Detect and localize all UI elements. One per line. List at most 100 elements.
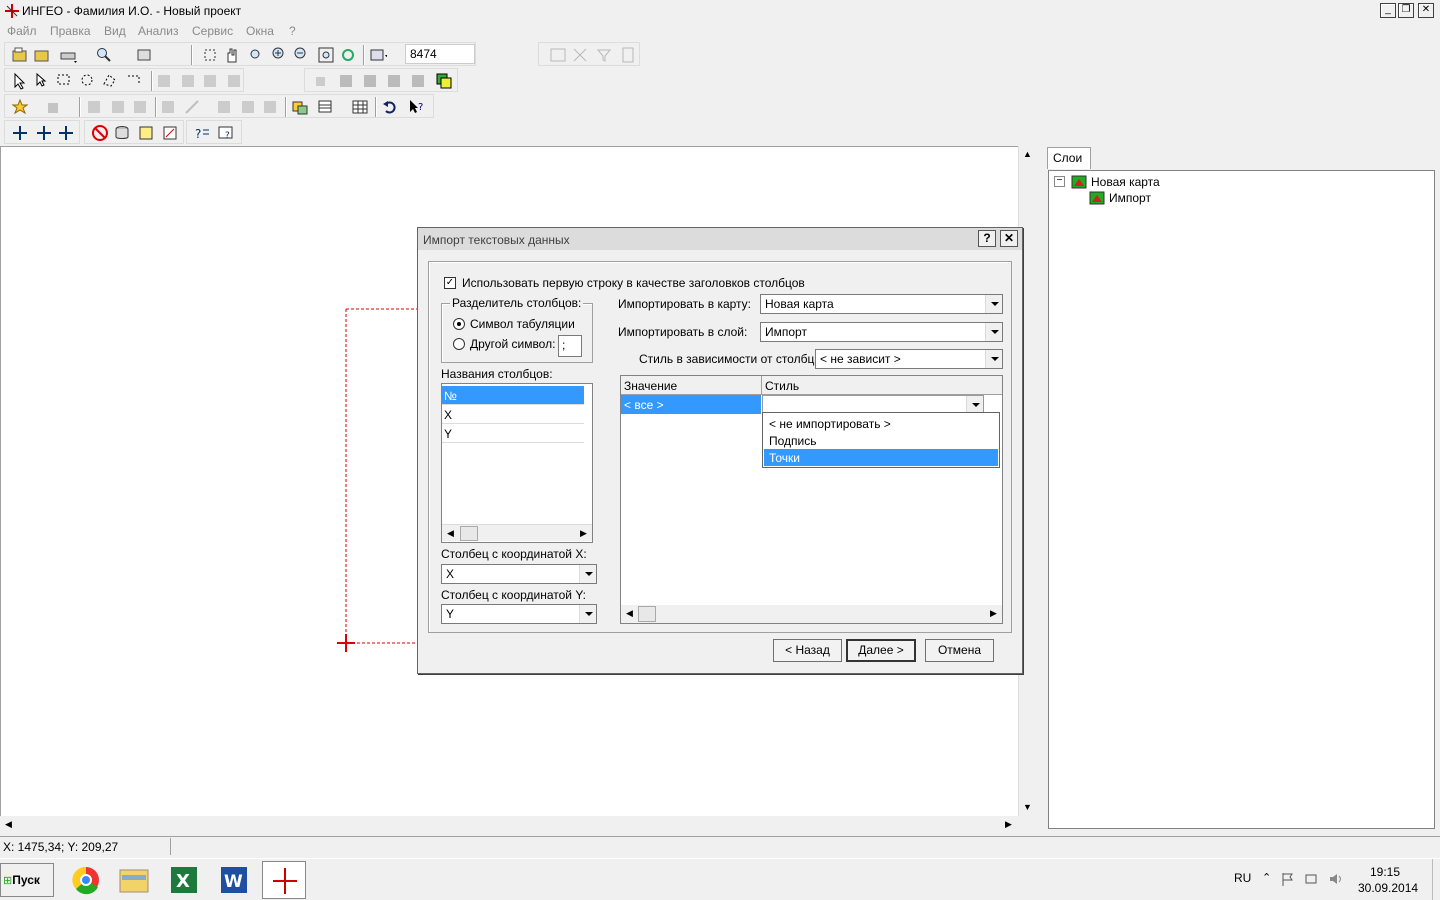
menu-help[interactable]: ? (289, 24, 296, 38)
report-icon[interactable] (619, 46, 637, 64)
menu-file[interactable]: Файл (7, 24, 37, 38)
scale-icon[interactable] (369, 46, 388, 64)
style-dropdown-list[interactable]: < не импортировать > Подпись Точки (762, 412, 1000, 468)
column-item[interactable]: № (442, 386, 584, 405)
map-horizontal-scrollbar[interactable]: ◀ ▶ (0, 816, 1018, 833)
word-icon[interactable]: W (212, 861, 256, 899)
query-table-icon[interactable]: ? (217, 124, 235, 142)
zoom-window-icon[interactable] (247, 46, 265, 64)
tree-item-layer[interactable]: Импорт (1109, 191, 1151, 205)
undo-icon[interactable] (381, 98, 399, 116)
columns-hscrollbar[interactable]: ◀ ▶ (442, 524, 592, 541)
split-icon[interactable] (201, 72, 219, 90)
delete-table-icon[interactable] (571, 46, 589, 64)
edit-e-icon[interactable] (215, 98, 233, 116)
import-map-select[interactable]: Новая карта (760, 294, 1003, 314)
next-button[interactable]: Далее > (846, 639, 916, 662)
menu-windows[interactable]: Окна (246, 24, 274, 38)
select-multi-icon[interactable] (33, 72, 51, 90)
sep-tab-radio[interactable] (453, 318, 465, 330)
show-desktop-button[interactable] (1432, 859, 1440, 900)
coord-c-icon[interactable] (57, 124, 75, 142)
theme-icon[interactable] (161, 124, 179, 142)
tab-layers[interactable]: Слои (1047, 147, 1091, 169)
zoom-extent-icon[interactable] (201, 46, 219, 64)
select-circle-icon[interactable] (79, 72, 97, 90)
tree-item-map[interactable]: Новая карта (1091, 175, 1160, 189)
scroll-left-icon[interactable]: ◀ (0, 816, 17, 833)
y-col-select[interactable]: Y (441, 604, 597, 624)
style-option[interactable]: Подпись (764, 432, 998, 449)
excel-icon[interactable]: X (162, 861, 206, 899)
scroll-right-icon[interactable]: ▶ (985, 605, 1002, 622)
clock-time[interactable]: 19:15 (1370, 865, 1400, 879)
dialog-close-button[interactable]: ✕ (1000, 230, 1018, 247)
show-hidden-icons-icon[interactable]: ⌃ (1262, 871, 1276, 885)
menu-analysis[interactable]: Анализ (138, 24, 179, 38)
table-view-icon[interactable] (317, 98, 335, 116)
open-project-icon[interactable] (11, 46, 29, 64)
style-option[interactable]: < не импортировать > (764, 415, 998, 432)
properties-icon[interactable] (291, 98, 309, 116)
language-indicator[interactable]: RU (1234, 871, 1251, 885)
context-help-icon[interactable]: ? (407, 98, 425, 116)
edit-g-icon[interactable] (261, 98, 279, 116)
back-button[interactable]: < Назад (773, 639, 842, 662)
column-item[interactable]: X (442, 405, 584, 424)
edit-d-icon[interactable] (159, 98, 177, 116)
edit-a-icon[interactable] (85, 98, 103, 116)
new-object-icon[interactable] (11, 98, 29, 116)
query-icon[interactable]: ? (193, 124, 211, 142)
style-col-select[interactable]: < не зависит > (815, 349, 1003, 369)
layers-manager-icon[interactable] (435, 72, 453, 90)
menu-view[interactable]: Вид (104, 24, 126, 38)
edit-c-icon[interactable] (131, 98, 149, 116)
scroll-up-icon[interactable]: ▲ (1019, 146, 1036, 163)
send-back-icon[interactable] (337, 72, 355, 90)
cancel-button[interactable]: Отмена (925, 639, 994, 662)
x-col-select[interactable]: X (441, 564, 597, 584)
volume-icon[interactable] (1328, 871, 1344, 887)
dialog-help-button[interactable]: ? (978, 230, 996, 247)
select-arrow-icon[interactable] (11, 72, 29, 90)
scale-input[interactable]: 8474 (405, 44, 475, 64)
intersect-icon[interactable] (179, 72, 197, 90)
coord-b-icon[interactable] (35, 124, 53, 142)
ingeo-task-icon[interactable] (262, 861, 306, 899)
first-row-header-checkbox[interactable]: ✓ (444, 277, 456, 289)
scroll-right-icon[interactable]: ▶ (575, 525, 592, 542)
scroll-left-icon[interactable]: ◀ (442, 525, 459, 542)
copy-object-icon[interactable] (45, 98, 63, 116)
grid-row-value[interactable]: < все > (621, 395, 761, 414)
grid-hscrollbar[interactable]: ◀ ▶ (621, 605, 1002, 623)
scroll-right-icon[interactable]: ▶ (1000, 816, 1017, 833)
grid-header-value[interactable]: Значение (624, 379, 677, 393)
draw-line-icon[interactable] (183, 98, 201, 116)
open-icon[interactable] (33, 46, 51, 64)
start-button[interactable]: ⊞Пуск (0, 863, 54, 897)
filter-icon[interactable] (595, 46, 613, 64)
minimize-button[interactable]: _ (1380, 3, 1396, 18)
zoom-out-icon[interactable] (293, 46, 311, 64)
collapse-icon[interactable]: − (1054, 176, 1065, 187)
flag-icon[interactable] (1280, 871, 1296, 887)
network-icon[interactable] (1304, 871, 1320, 887)
clock-date[interactable]: 30.09.2014 (1358, 881, 1418, 895)
scroll-left-icon[interactable]: ◀ (621, 605, 638, 622)
scroll-thumb[interactable] (460, 526, 478, 541)
close-button[interactable]: ✕ (1418, 3, 1434, 18)
grid-icon[interactable] (351, 98, 369, 116)
table-icon[interactable] (549, 46, 567, 64)
edit-b-icon[interactable] (109, 98, 127, 116)
bring-forward-icon[interactable] (361, 72, 379, 90)
scroll-thumb[interactable] (638, 606, 656, 622)
stop-icon[interactable] (91, 124, 109, 142)
zoom-all-icon[interactable] (317, 46, 335, 64)
bring-front-icon[interactable] (311, 72, 329, 90)
grid-header-style[interactable]: Стиль (765, 379, 799, 393)
edit-f-icon[interactable] (239, 98, 257, 116)
sep-char-input[interactable]: ; (558, 335, 582, 357)
menu-service[interactable]: Сервис (192, 24, 233, 38)
pan-hand-icon[interactable] (223, 46, 241, 64)
export-icon[interactable] (135, 46, 153, 64)
